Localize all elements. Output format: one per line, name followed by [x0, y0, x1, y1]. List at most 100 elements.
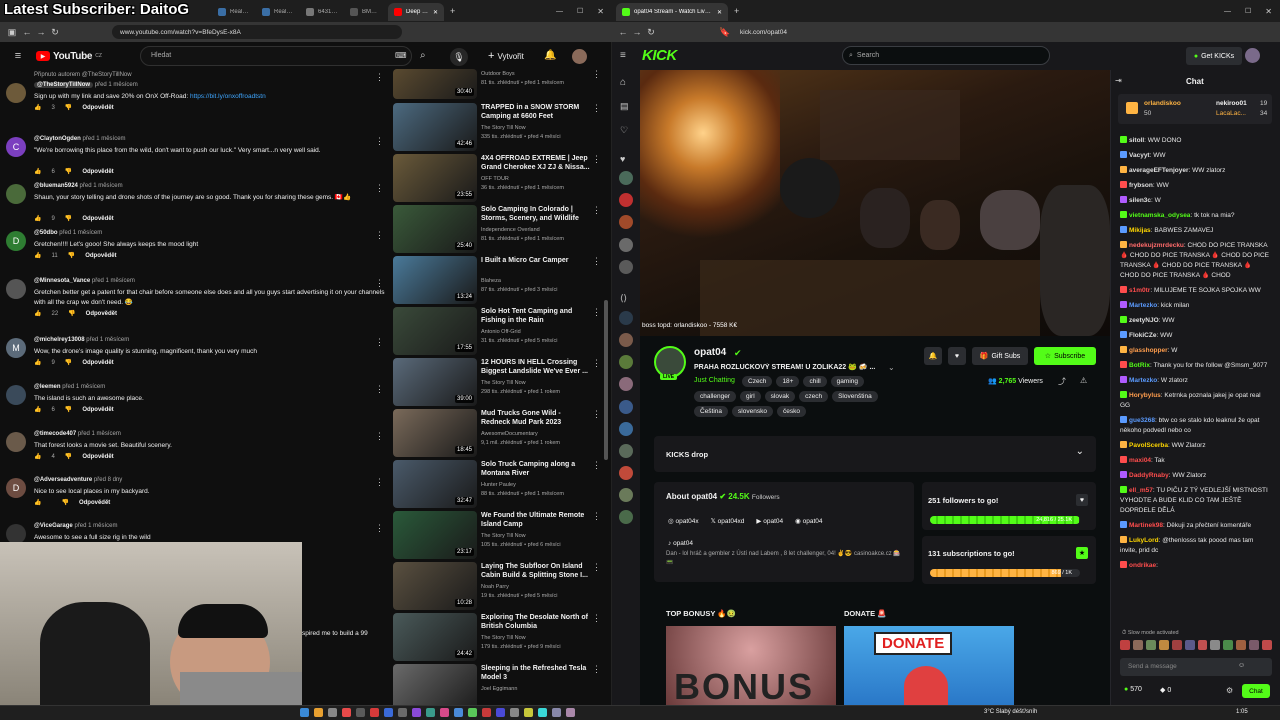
video-channel[interactable]: OFF TOUR [481, 175, 509, 183]
video-thumbnail[interactable]: 32:47 [393, 460, 477, 508]
followed-channel-avatar[interactable] [619, 444, 633, 458]
stream-tag[interactable]: Slovenština [832, 391, 878, 402]
stream-tag[interactable]: 18+ [776, 376, 800, 387]
reload-icon[interactable]: ↻ [48, 27, 62, 38]
video-thumbnail[interactable]: 39:00 [393, 358, 477, 406]
comment-time[interactable]: před 8 dny [94, 477, 122, 483]
more-options-icon[interactable]: ⋮ [375, 477, 384, 488]
comment-link[interactable]: https://bit.ly/onxoffroadtstn [190, 93, 266, 100]
followed-channel-avatar[interactable] [619, 377, 633, 391]
followed-channel-avatar[interactable] [619, 422, 633, 436]
more-options-icon[interactable]: ⋮ [592, 307, 601, 318]
dislike-icon[interactable]: 👎 [68, 310, 75, 317]
youtube-logo[interactable]: ▶ YouTube CZ [36, 51, 102, 62]
followed-channel-avatar[interactable] [619, 260, 633, 274]
avatar[interactable]: D [6, 231, 26, 251]
share-icon[interactable]: ⤴ [1058, 376, 1066, 387]
taskbar-app-icon[interactable] [328, 708, 337, 717]
dislike-icon[interactable]: 👎 [61, 499, 68, 506]
avatar[interactable]: C [6, 137, 26, 157]
video-channel[interactable]: Outdoor Boys [481, 70, 515, 78]
chat-username[interactable]: maxi04 [1129, 457, 1151, 464]
new-tab-icon[interactable]: + [450, 6, 455, 16]
chat-username[interactable]: DaddyRnaby [1129, 472, 1169, 479]
chat-username[interactable]: frybson [1129, 182, 1153, 189]
taskbar-app-icon[interactable] [496, 708, 505, 717]
more-options-icon[interactable]: ⋮ [375, 278, 384, 289]
related-video[interactable]: 23:17 We Found the Ultimate Remote Island… [393, 511, 601, 559]
reply-button[interactable]: Odpovědět [85, 253, 116, 259]
followed-channel-avatar[interactable] [619, 488, 633, 502]
video-title[interactable]: Exploring The Desolate North of British … [481, 613, 591, 631]
followed-channel-avatar[interactable] [619, 215, 633, 229]
stream-tag[interactable]: czech [799, 391, 829, 402]
emote-icon[interactable] [1197, 640, 1208, 650]
video-channel[interactable]: Independence Overland [481, 226, 540, 234]
taskbar-app-icon[interactable] [454, 708, 463, 717]
video-channel[interactable]: AwesomeDocumentary [481, 430, 538, 438]
video-title[interactable]: We Found the Ultimate Remote Island Camp [481, 511, 591, 529]
comment-author[interactable]: @TheStoryTillNow [34, 82, 94, 88]
chat-username[interactable]: Mikijas [1129, 227, 1151, 234]
followed-channel-avatar[interactable] [619, 193, 633, 207]
comment-author[interactable]: @leemen [34, 384, 61, 390]
chat-username[interactable]: zeetyNJO [1129, 317, 1159, 324]
related-video[interactable]: 18:45 Mud Trucks Gone Wild - Redneck Mud … [393, 409, 601, 457]
video-thumbnail[interactable]: 10:28 [393, 562, 477, 610]
like-icon[interactable]: 👍 [34, 359, 41, 366]
kick-logo[interactable]: KICK [642, 47, 677, 64]
emote-icon[interactable] [1223, 640, 1234, 650]
chat-username[interactable]: BotRix [1129, 362, 1150, 369]
comment-time[interactable]: před 1 měsícem [80, 183, 123, 189]
related-video[interactable]: 25:40 Solo Camping In Colorado | Storms, … [393, 205, 601, 253]
minimize-icon[interactable]: — [1224, 8, 1231, 15]
comment-author[interactable]: @Minnesota_Vance [34, 278, 90, 284]
related-video[interactable]: 32:47 Solo Truck Camping along a Montana … [393, 460, 601, 508]
avatar[interactable]: D [6, 478, 26, 498]
comment-time[interactable]: před 1 měsícem [86, 337, 129, 343]
chat-username[interactable]: FlokiCZe [1129, 332, 1156, 339]
reply-button[interactable]: Odpovědět [86, 311, 117, 317]
right-tab-kick[interactable]: opat04 Stream - Watch Live o ✕ [616, 3, 728, 21]
taskbar-app-icon[interactable] [482, 708, 491, 717]
related-video[interactable]: 42:46 TRAPPED in a SNOW STORM Camping at … [393, 103, 601, 151]
more-options-icon[interactable]: ⋮ [592, 511, 601, 522]
avatar[interactable] [6, 83, 26, 103]
video-thumbnail[interactable]: 30:40 [393, 69, 477, 99]
like-icon[interactable]: 👍 [34, 499, 41, 506]
heart-icon[interactable]: ♥ [1076, 494, 1088, 506]
video-title[interactable]: 4X4 OFFROAD EXTREME | Jeep Grand Cheroke… [481, 154, 591, 172]
weather-widget[interactable]: 3°C Slabý déšť/sníh [984, 709, 1037, 715]
video-title[interactable]: Solo Hot Tent Camping and Fishing in the… [481, 307, 591, 325]
video-thumbnail[interactable]: 42:46 [393, 103, 477, 151]
video-title[interactable]: Sleeping in the Refreshed Tesla Model 3 [481, 664, 591, 682]
subscribe-button[interactable]: ☆ Subscribe [1034, 347, 1096, 365]
related-video[interactable]: 24:42 Exploring The Desolate North of Bri… [393, 613, 601, 661]
keyboard-icon[interactable]: ⌨ [395, 51, 407, 60]
followed-channel-avatar[interactable] [619, 400, 633, 414]
streamer-name[interactable]: opat04 [694, 347, 726, 358]
video-title[interactable]: Mud Trucks Gone Wild - Redneck Mud Park … [481, 409, 591, 427]
video-channel[interactable]: Hunter Pauley [481, 481, 516, 489]
browse-icon[interactable]: ▤ [620, 101, 629, 112]
video-title[interactable]: Solo Camping In Colorado | Storms, Scene… [481, 205, 591, 223]
more-options-icon[interactable]: ⋮ [375, 230, 384, 241]
report-icon[interactable]: ⚠ [1080, 376, 1087, 385]
comment-time[interactable]: před 1 měsícem [78, 431, 121, 437]
more-options-icon[interactable]: ⋮ [592, 256, 601, 267]
chat-username[interactable]: vietnamska_odysea [1129, 212, 1190, 219]
social-link[interactable]: ◎ opat04x [668, 511, 699, 533]
get-kicks-button[interactable]: ● Get KICKs [1186, 47, 1242, 65]
browser-tab[interactable]: BMW e90 e9 [344, 3, 388, 21]
comment-time[interactable]: před 1 měsícem [74, 523, 117, 529]
like-icon[interactable]: 👍 [34, 406, 41, 413]
more-options-icon[interactable]: ⋮ [375, 431, 384, 442]
video-channel[interactable]: Joel Eggimann [481, 685, 517, 693]
taskbar-app-icon[interactable] [300, 708, 309, 717]
chat-username[interactable]: averageEFTenjoyer [1129, 167, 1189, 174]
comment-author[interactable]: @50dbo [34, 230, 58, 236]
taskbar-app-icon[interactable] [552, 708, 561, 717]
reply-button[interactable]: Odpovědět [82, 407, 113, 413]
scrollbar-thumb[interactable] [604, 300, 608, 460]
chat-settings-gear-icon[interactable]: ⚙ [1226, 686, 1233, 695]
